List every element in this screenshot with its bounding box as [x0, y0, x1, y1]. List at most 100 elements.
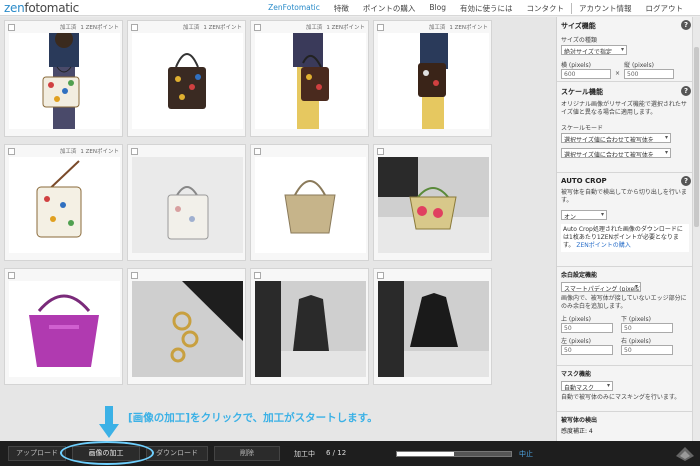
detect-section: 被写体の検出 感度補正: 4 — [561, 415, 689, 435]
select-checkbox[interactable] — [254, 148, 261, 155]
divider — [557, 266, 693, 267]
thumbnail[interactable]: 加工済 1 ZENポイント — [373, 20, 492, 137]
divider — [557, 81, 693, 82]
process-button-highlight — [60, 441, 154, 465]
bottom-margin-label: 下 (pixels) — [621, 316, 651, 323]
progress-bar — [396, 451, 512, 457]
size-section: サイズ機能 ? サイズの種類 絶対サイズで指定 横 (pixels) 600 ×… — [561, 20, 691, 79]
sidebar-scrollbar[interactable] — [692, 17, 700, 441]
nav-contact[interactable]: コンタクト — [520, 3, 572, 14]
mask-select[interactable]: 自動マスク — [561, 381, 613, 391]
right-margin-label: 右 (pixels) — [621, 338, 651, 345]
thumbnail[interactable] — [250, 144, 369, 261]
product-photo — [255, 157, 366, 253]
status-label: 加工済 — [182, 25, 200, 31]
left-margin-input[interactable]: 50 — [561, 345, 613, 355]
thumbnail[interactable] — [4, 268, 123, 385]
margin-select[interactable]: スマートパディング (pixels) — [561, 282, 641, 292]
width-input[interactable]: 600 — [561, 69, 611, 79]
nav-buy-points[interactable]: ポイントの購入 — [356, 3, 423, 14]
select-checkbox[interactable] — [131, 272, 138, 279]
product-photo — [9, 33, 120, 129]
scale-mode-label: スケールモード — [561, 125, 604, 132]
help-icon[interactable]: ? — [681, 176, 691, 186]
download-button[interactable]: ダウンロード — [146, 446, 208, 461]
nav-blog[interactable]: Blog — [422, 3, 453, 14]
top-margin-input[interactable]: 50 — [561, 323, 613, 333]
help-icon[interactable]: ? — [681, 20, 691, 30]
select-checkbox[interactable] — [377, 272, 384, 279]
thumbnail[interactable]: 加工済 1 ZENポイント — [250, 20, 369, 137]
product-photo — [9, 157, 120, 253]
upload-button[interactable]: アップロード — [8, 446, 66, 461]
top-header: zenfotomatic ZenFotomatic 特徴 ポイントの購入 Blo… — [0, 0, 700, 16]
margin-section: 余白設定機能 スマートパディング (pixels) 画像内で、被写体が接していな… — [561, 270, 689, 355]
width-label: 横 (pixels) — [561, 62, 591, 69]
select-checkbox[interactable] — [8, 24, 15, 31]
points-label: 1 ZENポイント — [80, 25, 119, 31]
mask-section: マスク機能 自動マスク 自動で被写体のみにマスキングを行います。 — [561, 369, 689, 402]
divider — [557, 365, 693, 366]
thumbnail[interactable] — [127, 144, 246, 261]
scale-mode-select[interactable]: 選択サイズ値に合わせて被写体を — [561, 133, 671, 143]
scale-section: スケール機能 ? オリジナル画像がリサイズ機能で選択されたサイズ値と異なる場合に… — [561, 86, 691, 158]
delete-button[interactable]: 削除 — [214, 446, 280, 461]
select-checkbox[interactable] — [8, 272, 15, 279]
autocrop-select[interactable]: オン — [561, 210, 607, 220]
select-checkbox[interactable] — [377, 148, 384, 155]
nav-tips[interactable]: 有効に使うには — [453, 3, 520, 14]
points-label: 1 ZENポイント — [449, 25, 488, 31]
times-sign: × — [615, 70, 621, 77]
thumbnail[interactable]: 加工済 1 ZENポイント — [4, 20, 123, 137]
product-photo — [132, 281, 243, 377]
select-checkbox[interactable] — [131, 148, 138, 155]
zenfotomatic-logo[interactable]: zenfotomatic — [4, 1, 79, 15]
thumbnail[interactable]: 加工済 1 ZENポイント — [127, 20, 246, 137]
settings-sidebar: サイズ機能 ? サイズの種類 絶対サイズで指定 横 (pixels) 600 ×… — [556, 17, 700, 441]
thumbnail[interactable]: 加工済 1 ZENポイント — [4, 144, 123, 261]
nav-account[interactable]: アカウント情報 — [571, 3, 639, 14]
product-photo — [378, 157, 489, 253]
select-checkbox[interactable] — [254, 24, 261, 31]
thumbnail[interactable] — [250, 268, 369, 385]
status-label: 加工済 — [305, 25, 323, 31]
buy-points-link[interactable]: ZENポイントの購入 — [576, 242, 630, 249]
size-type-label: サイズの種類 — [561, 37, 597, 44]
processing-status: 加工中 — [294, 450, 315, 458]
help-icon[interactable]: ? — [681, 86, 691, 96]
nav-zenfotomatic[interactable]: ZenFotomatic — [261, 3, 327, 14]
app-corner-icon — [676, 447, 694, 461]
select-checkbox[interactable] — [8, 148, 15, 155]
select-checkbox[interactable] — [254, 272, 261, 279]
scrollbar-thumb[interactable] — [694, 47, 699, 227]
scale-mode-select-2[interactable]: 選択サイズ値に合わせて被写体を — [561, 148, 671, 158]
select-checkbox[interactable] — [131, 24, 138, 31]
product-photo — [255, 33, 366, 129]
bottom-margin-input[interactable]: 50 — [621, 323, 673, 333]
right-margin-input[interactable]: 50 — [621, 345, 673, 355]
size-title: サイズ機能 — [561, 22, 596, 30]
points-label: 1 ZENポイント — [80, 149, 119, 155]
nav-logout[interactable]: ログアウト — [639, 3, 691, 14]
top-navigation: ZenFotomatic 特徴 ポイントの購入 Blog 有効に使うには コンタ… — [261, 3, 690, 14]
status-label: 加工済 — [428, 25, 446, 31]
thumbnail[interactable] — [373, 144, 492, 261]
thumbnail[interactable] — [373, 268, 492, 385]
down-arrow-icon — [99, 406, 119, 438]
mask-title: マスク機能 — [561, 371, 592, 378]
stop-button[interactable]: 中止 — [519, 449, 533, 459]
product-photo — [255, 281, 366, 377]
sensitivity-label: 感度補正: 4 — [561, 428, 593, 435]
product-photo — [132, 33, 243, 129]
instruction-text: [画像の加工]をクリックで、加工がスタートします。 — [128, 412, 378, 424]
nav-features[interactable]: 特徴 — [327, 3, 356, 14]
height-input[interactable]: 500 — [624, 69, 675, 79]
thumbnail[interactable] — [127, 268, 246, 385]
autocrop-section: AUTO CROP ? 被写体を自動で検出してから切り出しを行います。 オン A… — [561, 176, 691, 252]
select-checkbox[interactable] — [377, 24, 384, 31]
status-label: 加工済 — [59, 25, 77, 31]
detect-title: 被写体の検出 — [561, 417, 598, 424]
size-type-select[interactable]: 絶対サイズで指定 — [561, 45, 627, 55]
divider — [557, 411, 693, 412]
progress-fill — [397, 452, 454, 456]
